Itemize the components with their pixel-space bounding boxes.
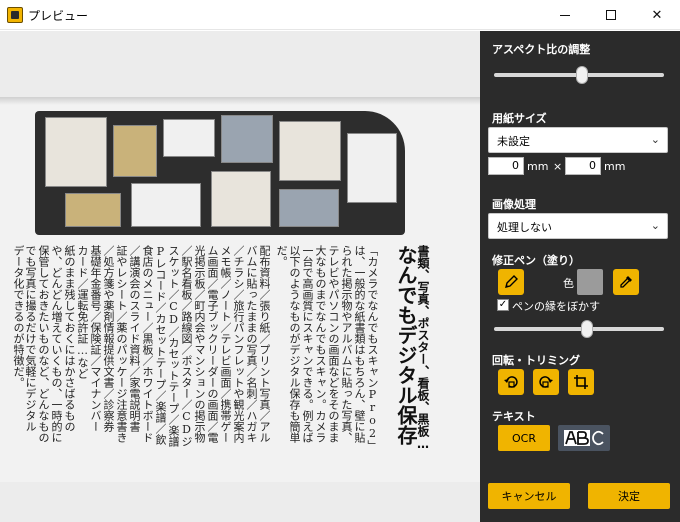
- article-column: Pレコード／カセットテープ／楽譜／飲: [154, 245, 166, 445]
- pen-icon: [505, 275, 518, 288]
- crop-icon: [574, 375, 588, 389]
- settings-panel: アスペクト比の調整 用紙サイズ 未設定 ⌄ 0 mm × 0 mm 画像処理 処…: [480, 31, 680, 522]
- article-column: ／処方箋や薬剤情報提供文書／診察券: [102, 245, 114, 432]
- paper-height-field[interactable]: 0: [565, 157, 601, 175]
- close-icon: ✕: [651, 7, 663, 23]
- maximize-icon: [606, 10, 616, 20]
- photo-panel: [163, 119, 215, 157]
- eyedropper-icon: [620, 276, 632, 288]
- photo-panel: [113, 125, 157, 177]
- rotate-left-icon: [504, 376, 518, 388]
- photo-panel: [221, 115, 273, 163]
- article-column: ム画面／電子ブックリーダーの画面／電: [206, 245, 218, 443]
- article-column: 証やレシート／薬のパッケージ注意書き: [115, 245, 127, 443]
- minimize-button[interactable]: [542, 0, 588, 30]
- photo-panel: [65, 193, 121, 227]
- article-column: 「カメラでなんでもスキャンPro2」: [366, 245, 378, 451]
- article-column: カード／運転免許証…など: [76, 245, 88, 379]
- text-recognition-button[interactable]: [558, 425, 610, 451]
- pen-size-slider[interactable]: [494, 320, 664, 338]
- image-processing-value: 処理しない: [497, 221, 552, 234]
- article-column: られた掲示物やアルバムに貼った写真、: [340, 245, 352, 443]
- pen-button[interactable]: [498, 269, 524, 295]
- pen-title: 修正ペン（塗り）: [492, 254, 580, 267]
- article-headline: なんでもデジタル保存: [394, 245, 418, 445]
- eyedropper-button[interactable]: [613, 269, 639, 295]
- article-column: 光掲示板／町内会やマンションの掲示物: [193, 245, 205, 443]
- article-column: ／講演会のスライド資料／家電説明書: [128, 245, 140, 432]
- article-column: は、一般的な紙書類はもちろん、壁に貼: [353, 245, 365, 443]
- text-title: テキスト: [492, 410, 536, 423]
- window-title: プレビュー: [28, 9, 89, 23]
- paper-size-title: 用紙サイズ: [492, 112, 547, 125]
- article-column: 基礎年金番号／保険証／マイナンバー: [89, 245, 101, 432]
- article-column: 保管しておきたいものなど、どんなもの: [37, 245, 49, 443]
- article-column: 食店のメニュー／黒板／ホワイトボード: [141, 245, 153, 443]
- article-column: テレビやパソコンの画面などをそのまま: [327, 245, 339, 443]
- scan-edge-shadow: [0, 97, 480, 105]
- article-column: 配布資料／張り紙／プリント写真／アル: [258, 245, 270, 443]
- pen-color-swatch[interactable]: [577, 269, 603, 295]
- scanned-page: なんでもデジタル保存 書類、写真、ポスター、看板、黒板… 「カメラでなんでもスキ…: [0, 97, 480, 482]
- photo-panel: [45, 117, 107, 187]
- ok-button[interactable]: 決定: [588, 483, 670, 509]
- article-column: 紙のまま残しておくにはかさばるもの: [63, 245, 75, 432]
- aspect-slider[interactable]: [494, 66, 664, 84]
- article-column: データ化できるのが特徴だ。: [12, 245, 24, 388]
- pen-size-slider-thumb[interactable]: [581, 320, 593, 338]
- photo-panel: [279, 121, 341, 181]
- article-column: メモ帳／ノート／テレビ画面／携帯ゲー: [219, 245, 231, 443]
- pen-blur-checkbox[interactable]: ✓: [497, 299, 509, 311]
- article-column: だ。: [275, 245, 287, 267]
- article-column: 大なものまでなんでもスキャン。カメラ: [314, 245, 326, 443]
- article-column: でも写真に撮るだけで気軽にデジタル: [24, 245, 36, 432]
- preview-area: なんでもデジタル保存 書類、写真、ポスター、看板、黒板… 「カメラでなんでもスキ…: [0, 31, 480, 522]
- article-photo: [35, 111, 405, 235]
- photo-panel: [347, 133, 397, 203]
- article-column: や、どんどん増えていくもの、一時的に: [50, 245, 62, 443]
- close-button[interactable]: ✕: [634, 0, 680, 30]
- article-column: バムに貼ったままの写真／名刺／ハガキ: [245, 245, 257, 443]
- app-icon: [7, 7, 23, 23]
- rotate-left-button[interactable]: [498, 369, 524, 395]
- chevron-down-icon: ⌄: [650, 133, 660, 146]
- ocr-button[interactable]: OCR: [498, 425, 550, 451]
- image-processing-select[interactable]: 処理しない ⌄: [488, 213, 668, 239]
- cancel-button[interactable]: キャンセル: [488, 483, 570, 509]
- aspect-title: アスペクト比の調整: [492, 43, 591, 56]
- check-icon: ✓: [498, 299, 508, 310]
- article-column: 一台で高画質にスキャンできる。例えば: [301, 245, 313, 443]
- article-column: ／駅名看板／路線図／ポスター／CDジ: [180, 245, 192, 447]
- crop-button[interactable]: [568, 369, 594, 395]
- minimize-icon: [560, 14, 570, 16]
- article-column: スケット／CD／カセットテープ／楽譜: [167, 245, 179, 447]
- photo-panel: [211, 171, 271, 227]
- image-processing-title: 画像処理: [492, 198, 536, 211]
- rotate-right-button[interactable]: [533, 369, 559, 395]
- pen-color-label: 色: [563, 277, 574, 290]
- article-column: ／チラシ／旅行パンフレットや観光案内: [232, 245, 244, 443]
- photo-panel: [131, 183, 201, 227]
- title-bar: プレビュー ✕: [0, 0, 680, 30]
- article-column: 以下のようなものがデジタル保存も簡単: [288, 245, 300, 443]
- rotate-right-icon: [539, 376, 553, 388]
- paper-height-unit: mm: [604, 160, 626, 173]
- article-text: なんでもデジタル保存 書類、写真、ポスター、看板、黒板… 「カメラでなんでもスキ…: [12, 245, 430, 470]
- chevron-down-icon: ⌄: [650, 219, 660, 232]
- paper-width-field[interactable]: 0: [488, 157, 524, 175]
- paper-width-unit: mm: [527, 160, 549, 173]
- photo-panel: [279, 189, 339, 227]
- abc-text-icon: [564, 430, 604, 446]
- paper-size-select[interactable]: 未設定 ⌄: [488, 127, 668, 153]
- rotate-trim-title: 回転・トリミング: [492, 354, 580, 367]
- maximize-button[interactable]: [588, 0, 634, 30]
- pen-blur-label: ペンの縁をぼかす: [512, 300, 600, 313]
- article-subhead: 書類、写真、ポスター、看板、黒板…: [416, 245, 430, 451]
- paper-size-value: 未設定: [497, 135, 530, 148]
- aspect-slider-thumb[interactable]: [576, 66, 588, 84]
- times-sign: ×: [553, 160, 563, 173]
